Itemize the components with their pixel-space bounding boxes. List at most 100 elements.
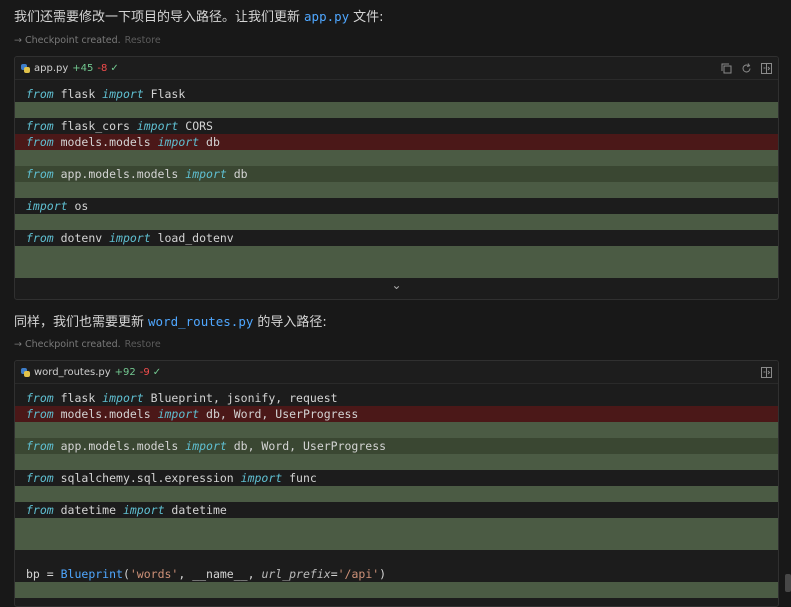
code-block-header: app.py +45 -8 ✓ [15,57,778,80]
code-token: models.models [53,407,158,421]
code-line [15,246,778,262]
code-token: Blueprint [60,567,123,581]
code-token: 'words' [129,567,179,581]
keyword-token: import [102,87,144,101]
code-block-filename[interactable]: word_routes.py [34,367,111,378]
code-line [15,214,778,230]
lines-removed-count: -9 [139,366,150,378]
checkpoint-row-1: → Checkpoint created. Restore [14,35,161,46]
code-token: , __name__, [178,567,262,581]
code-line: from sqlalchemy.sql.expression import fu… [15,470,778,486]
keyword-token: import [109,231,151,245]
code-token: db [199,135,220,149]
restore-link[interactable]: Restore [125,35,161,46]
keyword-token: from [26,439,54,453]
code-token: datetime [164,503,227,517]
keyword-token: from [26,87,54,101]
keyword-token: from [26,503,54,517]
code-token: CORS [178,119,213,133]
code-token: models.models [53,135,158,149]
code-token: '/api' [337,567,380,581]
code-line: from flask_cors import CORS [15,118,778,134]
copy-icon[interactable] [720,62,732,74]
keyword-token: import [136,119,179,133]
open-diff-icon[interactable] [760,366,772,378]
message-1-filename: app.py [304,9,350,24]
code-token: db [226,167,248,181]
code-token: sqlalchemy.sql.expression [53,471,241,485]
lines-removed-count: -8 [97,62,108,74]
message-2-filename: word_routes.py [148,314,254,329]
keyword-token: import [157,407,200,421]
arrow-right-icon: → [14,339,22,350]
code-line [15,550,778,566]
keyword-token: import [102,391,144,405]
added-code-line: from app.models.models import db, Word, … [15,438,778,454]
python-file-icon [21,63,30,73]
code-token: db, Word, UserProgress [226,439,387,453]
removed-code-line: from models.models import db [15,134,778,150]
checkpoint-row-2: → Checkpoint created. Restore [14,339,161,350]
code-token: = [330,567,338,581]
message-1-suffix: 文件: [353,10,384,25]
code-line [15,150,778,166]
restore-link[interactable]: Restore [125,339,161,350]
code-block-header: word_routes.py +92 -9 ✓ [15,361,778,384]
message-1-prefix: 我们还需要修改一下项目的导入路径。让我们更新 [14,10,301,25]
code-token: func [282,471,317,485]
code-token: url_prefix [261,567,331,581]
code-line [15,518,778,534]
keyword-token: from [26,391,54,405]
code-token: flask [53,391,103,405]
message-2-suffix: 的导入路径: [257,315,327,330]
code-line [15,454,778,470]
message-2-prefix: 同样，我们也需要更新 [14,315,145,330]
removed-code-line: from models.models import db, Word, User… [15,406,778,422]
reapply-icon[interactable] [740,62,752,74]
keyword-token: import [26,199,68,213]
expand-chevron-icon[interactable]: ⌄ [15,278,778,292]
keyword-token: import [185,167,227,181]
python-file-icon [21,367,30,377]
code-token: load_dotenv [150,231,234,245]
code-lines: from flask import Flask from flask_cors i… [15,80,778,278]
code-token: ) [379,567,387,581]
lines-added-count: +45 [72,62,94,74]
open-diff-icon[interactable] [760,62,772,74]
checkpoint-text: Checkpoint created. [24,339,121,350]
keyword-token: import [122,503,165,517]
applied-check-icon: ✓ [110,62,119,74]
keyword-token: from [26,471,54,485]
message-text-2: 同样，我们也需要更新 word_routes.py 的导入路径: [14,311,327,330]
code-token: os [67,199,89,213]
code-token: Flask [143,87,186,101]
code-token: db, Word, UserProgress [199,407,359,421]
code-line: from flask import Flask [15,86,778,102]
code-lines: from flask import Blueprint, jsonify, re… [15,384,778,598]
code-block-app-py: app.py +45 -8 ✓ from flask import Flask f… [14,56,779,300]
code-token: flask [53,87,103,101]
code-block-actions [720,62,772,74]
keyword-token: from [26,167,54,181]
keyword-token: from [26,407,54,421]
keyword-token: from [26,135,54,149]
keyword-token: from [26,231,54,245]
code-token: ( [122,567,130,581]
code-line: bp = Blueprint('words', __name__, url_pr… [15,566,778,582]
code-line [15,262,778,278]
message-text-1: 我们还需要修改一下项目的导入路径。让我们更新 app.py 文件: [14,6,384,25]
keyword-token: import [240,471,283,485]
code-block-filename[interactable]: app.py [34,63,68,74]
code-line [15,534,778,550]
code-line: from datetime import datetime [15,502,778,518]
expand-chevron-icon[interactable]: ⌄ [15,598,778,606]
code-line [15,102,778,118]
code-token: dotenv [53,231,110,245]
keyword-token: import [157,135,200,149]
code-block-actions [760,366,772,378]
keyword-token: from [26,119,54,133]
added-code-line: from app.models.models import db [15,166,778,182]
applied-check-icon: ✓ [152,366,162,378]
code-token: app.models.models [53,439,186,453]
scrollbar-thumb[interactable] [785,574,791,592]
